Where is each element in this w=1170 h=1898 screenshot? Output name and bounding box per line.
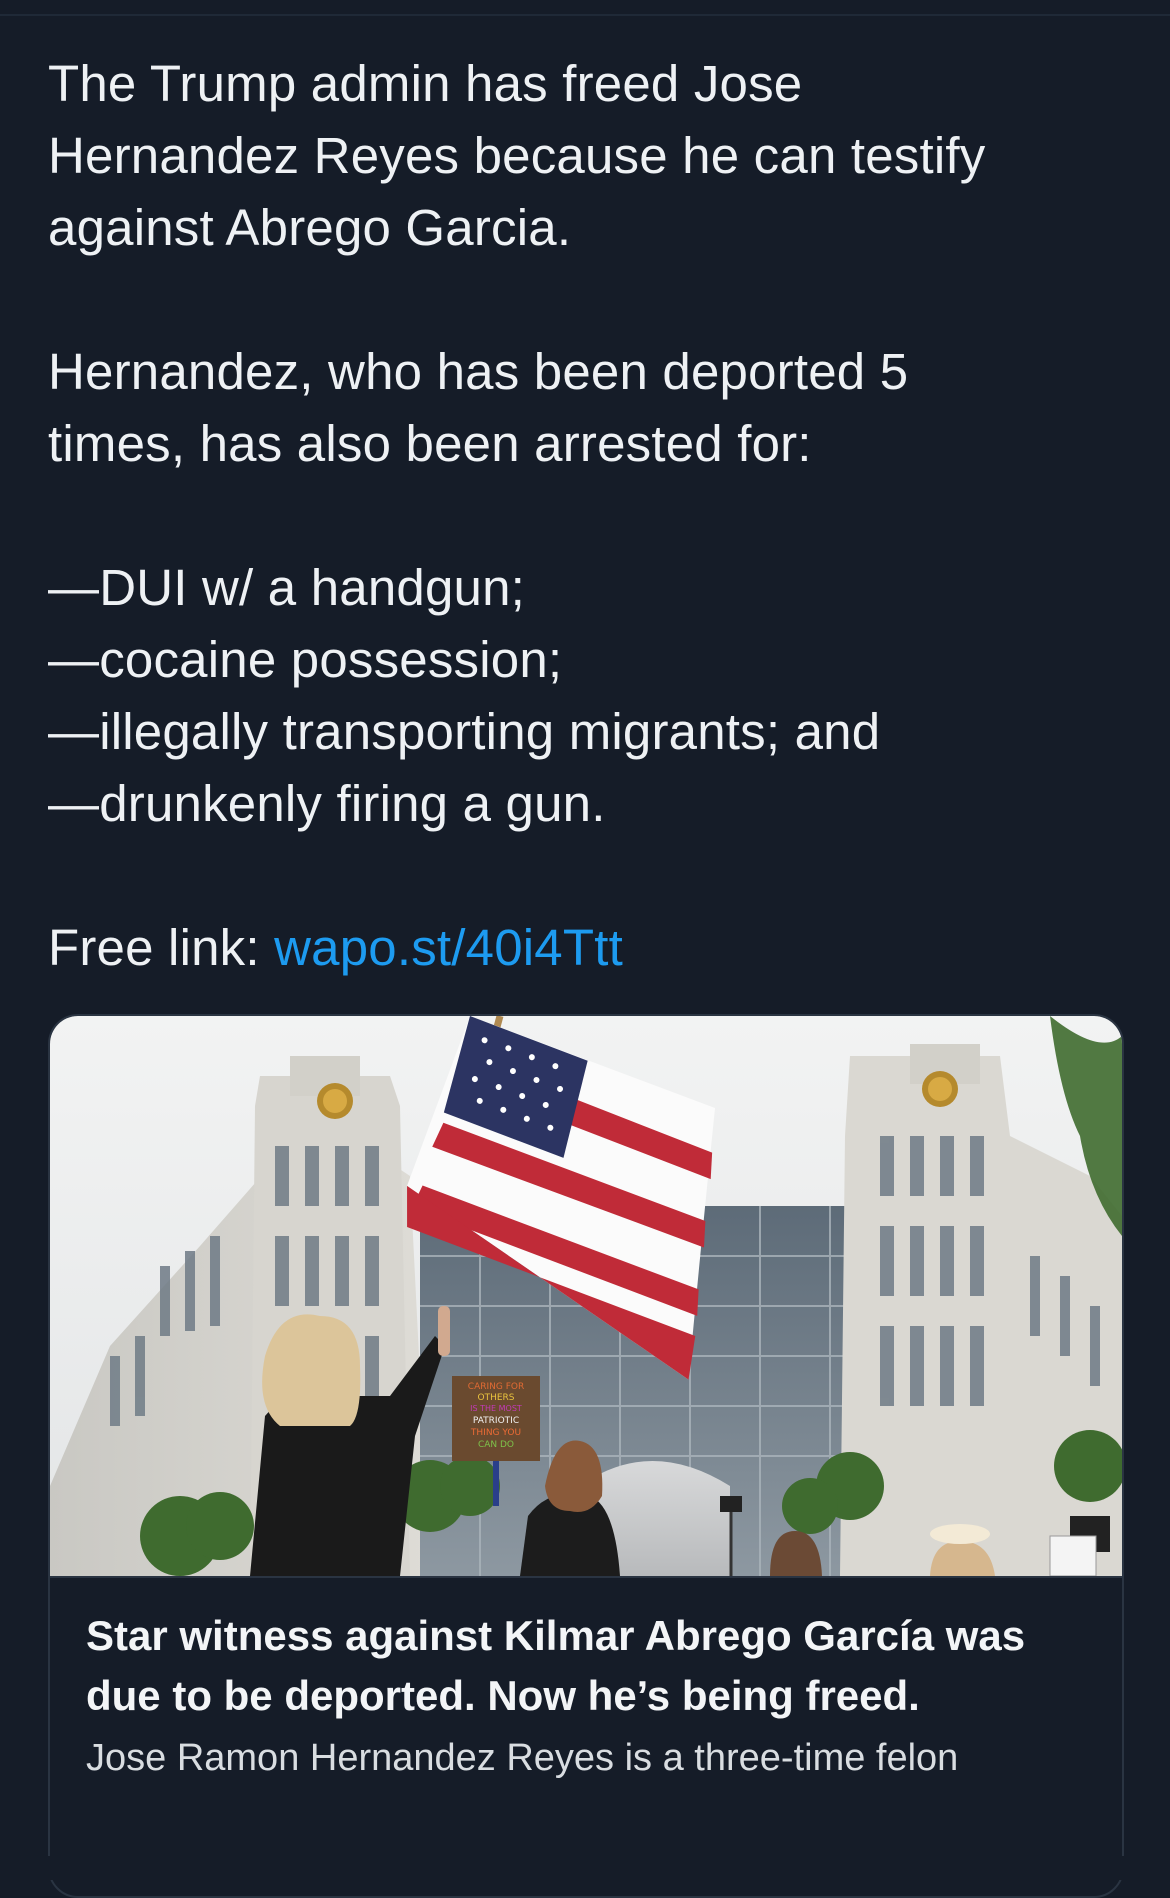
free-link-line: Free link: wapo.st/40i4Ttt <box>48 912 1128 984</box>
post-line: —cocaine possession; <box>48 631 563 688</box>
article-description: Jose Ramon Hernandez Reyes is a three-ti… <box>86 1737 959 1779</box>
article-headline[interactable]: Star witness against Kilmar Abrego Garcí… <box>86 1606 1086 1726</box>
post-line: —drunkenly firing a gun. <box>48 775 606 832</box>
post-paragraph-2: Hernandez, who has been deported 5 times… <box>48 336 1128 480</box>
sign-line: CARING FOR <box>468 1382 524 1392</box>
post-paragraph-3: —DUI w/ a handgun; —cocaine possession; … <box>48 552 1128 840</box>
post-line: against Abrego Garcia. <box>48 199 572 256</box>
sign-line: THING YOU <box>470 1428 521 1438</box>
post-line: —DUI w/ a handgun; <box>48 559 526 616</box>
post-paragraph-1: The Trump admin has freed Jose Hernandez… <box>48 48 1128 264</box>
top-divider <box>0 14 1170 16</box>
free-link-label: Free link: <box>48 919 275 976</box>
post-line: —illegally transporting migrants; and <box>48 703 881 760</box>
free-link[interactable]: wapo.st/40i4Ttt <box>274 919 623 976</box>
bottom-edge <box>0 1856 1170 1880</box>
card-body[interactable]: Star witness against Kilmar Abrego Garcí… <box>50 1578 1122 1788</box>
article-image[interactable]: CARING FOR OTHERS IS THE MOST PATRIOTIC … <box>50 1016 1122 1578</box>
post-line: Hernandez, who has been deported 5 <box>48 343 909 400</box>
sign-line: CAN DO <box>478 1440 514 1450</box>
sign-line: OTHERS <box>477 1393 514 1403</box>
protest-sign: CARING FOR OTHERS IS THE MOST PATRIOTIC … <box>452 1376 540 1461</box>
post-line: The Trump admin has freed Jose <box>48 55 803 112</box>
sign-line: PATRIOTIC <box>473 1416 519 1426</box>
post-line: Hernandez Reyes because he can testify <box>48 127 986 184</box>
sign-line: IS THE MOST <box>470 1404 522 1413</box>
post-line: times, has also been arrested for: <box>48 415 812 472</box>
post-text: The Trump admin has freed Jose Hernandez… <box>48 48 1128 984</box>
link-preview-card[interactable]: CARING FOR OTHERS IS THE MOST PATRIOTIC … <box>48 1014 1124 1898</box>
protest-photo: CARING FOR OTHERS IS THE MOST PATRIOTIC … <box>50 1016 1122 1576</box>
